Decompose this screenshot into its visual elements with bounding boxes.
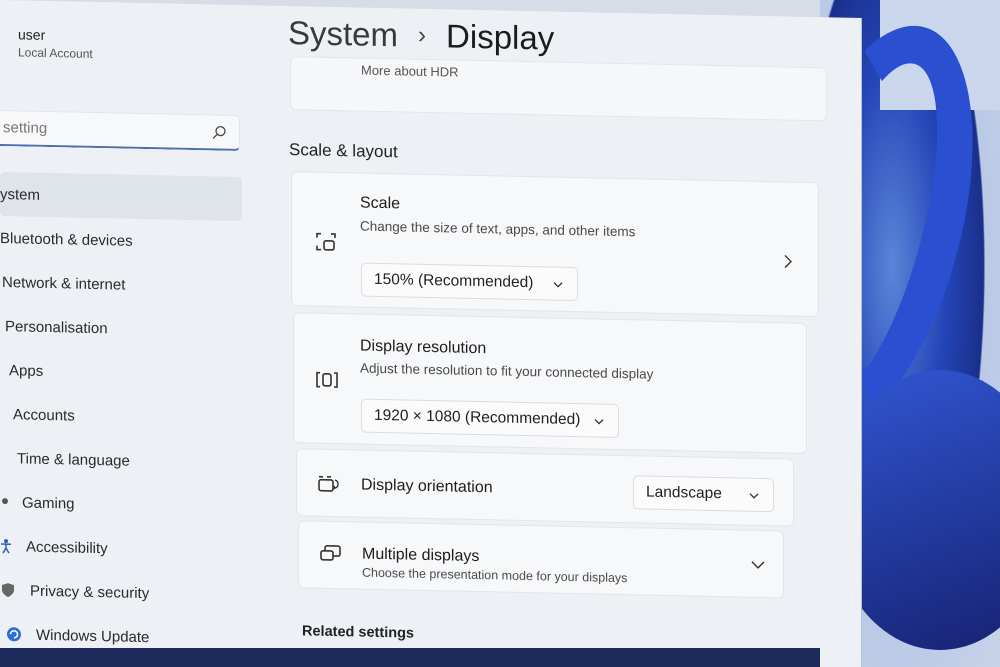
sidebar-item-accounts[interactable]: Accounts [0, 392, 245, 441]
multiple-displays-desc: Choose the presentation mode for your di… [362, 565, 628, 586]
sidebar-item-system[interactable]: ystem [0, 172, 242, 222]
sidebar-item-personalisation[interactable]: Personalisation [0, 304, 245, 353]
resolution-card: Display resolution Adjust the resolution… [293, 312, 807, 454]
sidebar-item-label: Accounts [13, 405, 75, 425]
account-type: Local Account [18, 45, 93, 61]
multiple-displays-icon [320, 545, 341, 561]
sidebar-nav: ystem Bluetooth & devices Network & inte… [0, 172, 245, 661]
settings-window: user Local Account ystem Bluetooth & dev… [0, 0, 862, 667]
gamepad-icon [0, 494, 12, 510]
scale-title: Scale [360, 194, 401, 213]
chevron-down-icon [749, 493, 759, 499]
orientation-title: Display orientation [361, 476, 493, 497]
hdr-link[interactable]: More about HDR [361, 63, 459, 80]
breadcrumb-separator-icon: › [418, 21, 427, 49]
resolution-icon [316, 371, 338, 388]
scale-desc: Change the size of text, apps, and other… [360, 218, 636, 240]
section-title-scale-layout: Scale & layout [289, 140, 398, 162]
sidebar-item-network[interactable]: Network & internet [0, 260, 245, 309]
orientation-dropdown[interactable]: Landscape [633, 475, 774, 513]
page-title: Display [446, 17, 555, 57]
resolution-dropdown[interactable]: 1920 × 1080 (Recommended) [361, 398, 619, 438]
chevron-down-icon[interactable] [751, 560, 765, 570]
search-input[interactable] [3, 119, 203, 141]
orientation-card: Display orientation Landscape [296, 448, 794, 527]
sidebar-item-label: Privacy & security [30, 582, 150, 602]
orientation-value: Landscape [646, 483, 722, 503]
sidebar-item-label: Windows Update [36, 626, 150, 646]
sidebar-item-gaming[interactable]: Gaming [0, 480, 245, 529]
scale-dropdown[interactable]: 150% (Recommended) [361, 262, 578, 302]
multiple-displays-title: Multiple displays [362, 545, 480, 566]
shield-icon [0, 582, 16, 598]
orientation-icon [318, 475, 339, 492]
accessibility-icon [0, 538, 16, 554]
chevron-right-icon[interactable] [782, 254, 794, 268]
sidebar-item-label: Network & internet [2, 273, 126, 294]
chevron-down-icon [553, 282, 563, 288]
sidebar-item-privacy[interactable]: Privacy & security [0, 568, 245, 617]
scale-card[interactable]: Scale Change the size of text, apps, and… [291, 171, 819, 318]
sidebar-item-label: Gaming [22, 493, 75, 513]
sidebar-item-label: Personalisation [5, 317, 108, 337]
scale-icon [316, 232, 336, 251]
sidebar-item-label: Apps [9, 361, 44, 380]
sidebar-item-apps[interactable]: Apps [0, 348, 245, 397]
sidebar-item-label: Time & language [17, 449, 130, 470]
sidebar-item-label: Bluetooth & devices [0, 229, 133, 250]
sidebar-item-bluetooth[interactable]: Bluetooth & devices [0, 216, 245, 265]
resolution-title: Display resolution [360, 337, 487, 358]
chevron-down-icon [594, 419, 604, 425]
sidebar-item-accessibility[interactable]: Accessibility [0, 524, 245, 573]
account-name: user [18, 26, 46, 43]
update-icon [6, 626, 22, 642]
breadcrumb-parent[interactable]: System [288, 14, 398, 54]
multiple-displays-card[interactable]: Multiple displays Choose the presentatio… [298, 520, 784, 599]
resolution-value: 1920 × 1080 (Recommended) [374, 406, 581, 429]
related-settings-title: Related settings [302, 623, 414, 642]
taskbar [0, 648, 820, 667]
sidebar-item-label: Accessibility [26, 538, 108, 557]
breadcrumb: System › Display [288, 14, 554, 58]
search-icon[interactable] [211, 124, 227, 140]
sidebar-item-label: ystem [0, 185, 41, 204]
search-box[interactable] [0, 109, 240, 152]
scale-value: 150% (Recommended) [374, 270, 534, 292]
sidebar-item-time-language[interactable]: Time & language [0, 436, 245, 485]
hdr-card: More about HDR [290, 56, 827, 122]
resolution-desc: Adjust the resolution to fit your connec… [360, 360, 654, 382]
account-info[interactable]: user Local Account [18, 26, 93, 61]
